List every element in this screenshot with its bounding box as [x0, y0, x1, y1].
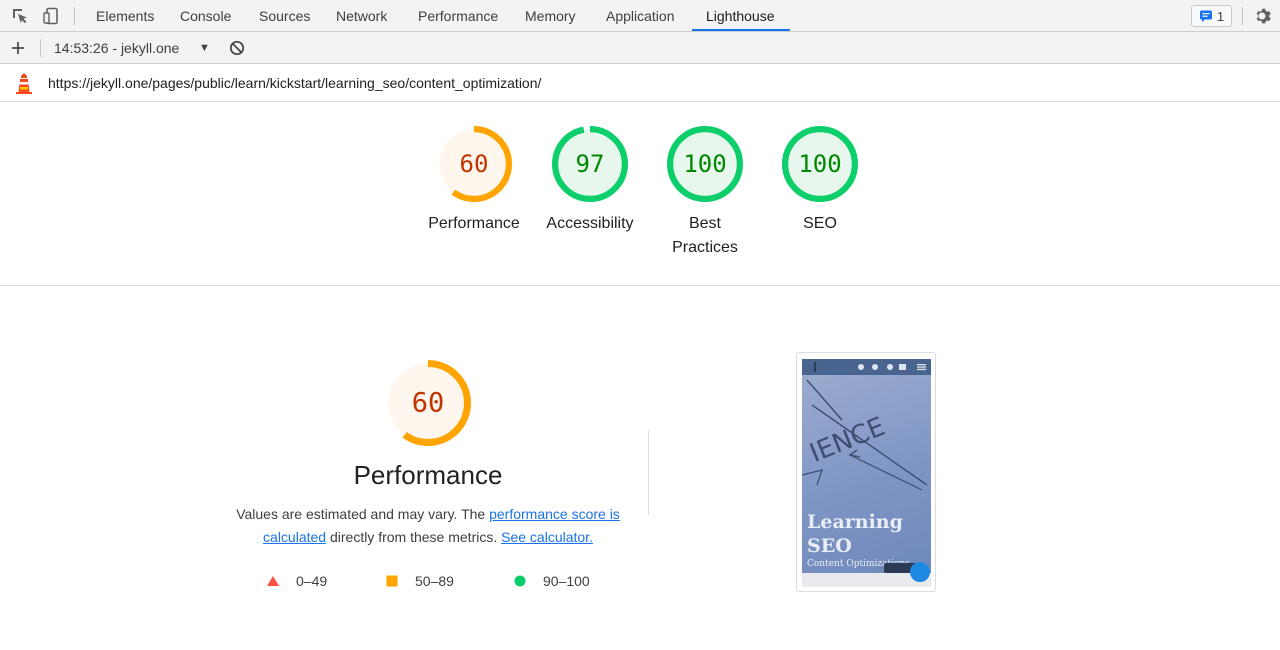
gauge-performance[interactable]: 60 Performance: [424, 125, 524, 236]
gauge-score: 60: [412, 388, 445, 419]
gauge-score: 60: [460, 150, 489, 178]
gauge-ring: 60: [435, 125, 513, 203]
toolbar-separator: [40, 39, 41, 57]
screenshot-fab-button: [910, 562, 930, 582]
legend-range: 0–49: [296, 573, 328, 589]
tab-performance[interactable]: Performance: [416, 0, 500, 32]
performance-description: Values are estimated and may vary. The p…: [228, 503, 628, 549]
gauge-accessibility[interactable]: 97 Accessibility: [540, 125, 640, 236]
report-dropdown-chevron-down-icon[interactable]: ▼: [199, 32, 210, 64]
legend-item-fail: 0–49: [266, 572, 327, 590]
performance-title: Performance: [353, 460, 503, 490]
gauge-score: 97: [576, 150, 605, 178]
screenshot-navbar: [802, 359, 931, 375]
see-calculator-link[interactable]: See calculator.: [501, 529, 593, 545]
active-tab-indicator: [692, 29, 790, 31]
gauge-label: Accessibility: [546, 215, 634, 232]
issues-button[interactable]: 1: [1191, 5, 1232, 27]
gauge-score: 100: [683, 150, 726, 178]
issues-icon: [1199, 10, 1212, 22]
legend-range: 50–89: [415, 573, 454, 589]
report-url-bar: https://jekyll.one/pages/public/learn/ki…: [0, 64, 1280, 102]
legend-item-pass: 90–100: [513, 572, 590, 590]
devtools-tab-bar: Elements Console Sources Network Perform…: [0, 0, 1280, 32]
gauge-label: SEO: [803, 215, 837, 232]
vertical-divider: [648, 430, 649, 515]
screenshot-page: IENCE Learning SEO Content Optimizations: [802, 359, 931, 587]
screenshot-title-line: Learning: [807, 511, 903, 533]
new-report-plus-icon[interactable]: [8, 38, 28, 58]
gauge-ring: 60: [385, 360, 471, 446]
tab-elements[interactable]: Elements: [94, 0, 156, 32]
gauge-label: Best Practices: [672, 215, 738, 256]
lighthouse-toolbar: 14:53:26 - jekyll.one ▼: [0, 32, 1280, 64]
final-screenshot[interactable]: IENCE Learning SEO Content Optimizations: [796, 352, 936, 592]
gauge-best-practices[interactable]: 100 Best Practices: [655, 125, 755, 260]
inspect-element-icon[interactable]: [10, 6, 30, 26]
screenshot-hero-image: IENCE Learning SEO Content Optimizations: [802, 375, 931, 573]
description-text: directly from these metrics.: [326, 529, 502, 545]
gauge-ring: 100: [666, 125, 744, 203]
gauge-label: Performance: [428, 215, 520, 232]
screenshot-title-line: SEO: [807, 535, 852, 557]
tab-network[interactable]: Network: [334, 0, 389, 32]
gauge-ring: 100: [781, 125, 859, 203]
legend-item-average: 50–89: [385, 572, 454, 590]
report-url[interactable]: https://jekyll.one/pages/public/learn/ki…: [48, 64, 541, 102]
svg-text:IENCE: IENCE: [806, 412, 890, 469]
performance-gauge-large: 60: [384, 359, 472, 452]
gauge-seo[interactable]: 100 SEO: [770, 125, 870, 236]
toolbar-separator: [74, 7, 75, 25]
toolbar-separator: [1242, 7, 1243, 25]
gauge-score: 100: [798, 150, 841, 178]
fail-triangle-icon: [267, 576, 279, 586]
tab-memory[interactable]: Memory: [523, 0, 578, 32]
section-divider: [0, 285, 1280, 286]
gauge-ring: 97: [551, 125, 629, 203]
report-select[interactable]: 14:53:26 - jekyll.one: [54, 32, 179, 64]
description-text: Values are estimated and may vary. The: [236, 506, 490, 522]
tab-sources[interactable]: Sources: [257, 0, 312, 32]
settings-gear-icon[interactable]: [1252, 6, 1272, 26]
tab-console[interactable]: Console: [178, 0, 233, 32]
device-toolbar-icon[interactable]: [41, 6, 61, 26]
tab-application[interactable]: Application: [604, 0, 677, 32]
legend-range: 90–100: [543, 573, 590, 589]
screenshot-title: Learning SEO: [807, 510, 903, 558]
lighthouse-logo-icon: [14, 72, 34, 94]
tab-lighthouse[interactable]: Lighthouse: [704, 0, 777, 32]
clear-all-block-icon[interactable]: [227, 38, 247, 58]
issues-count: 1: [1216, 8, 1225, 24]
pass-circle-icon: [514, 575, 526, 587]
average-square-icon: [386, 575, 398, 587]
